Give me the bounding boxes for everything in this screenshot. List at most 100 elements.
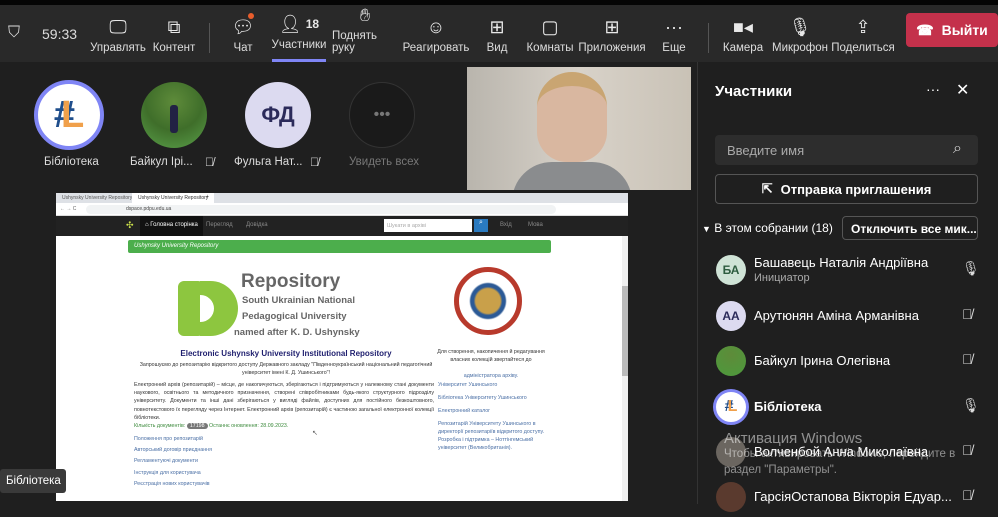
invite-button[interactable]: ⇱ Отправка приглашения bbox=[715, 174, 978, 204]
nav-help[interactable]: Довідка bbox=[246, 222, 268, 228]
camera-icon: ■◂ bbox=[733, 16, 753, 37]
link[interactable]: Регламентуючі документи bbox=[134, 456, 212, 467]
microphone-icon: 🎙︎ bbox=[962, 397, 980, 413]
chat-icon: 💬︎ bbox=[232, 13, 254, 38]
mic-off-icon: 🎙̸ bbox=[962, 487, 973, 503]
more-button[interactable]: ··· Еще bbox=[661, 5, 687, 62]
share-content-icon: ⧉ bbox=[167, 16, 181, 37]
document-count: Кількість документів: 17198 Останнє онов… bbox=[134, 423, 289, 429]
browser-tab[interactable]: Ushynsky University Repository bbox=[62, 195, 132, 201]
participant-row[interactable]: АА Арутюнян Аміна Арманівна 🎙̸ bbox=[713, 296, 993, 336]
participant-row[interactable]: Волченбой Анна Миколаївна 🎙̸ bbox=[713, 432, 993, 472]
library-logo-icon: #L bbox=[53, 93, 85, 136]
url-bar[interactable]: dspace.pdpu.edu.ua bbox=[86, 205, 556, 214]
avatar-initials: ФД bbox=[261, 102, 295, 127]
raise-hand-button[interactable]: ✋︎ Поднять руку bbox=[332, 5, 398, 62]
caret-down-icon: ▼ bbox=[702, 224, 711, 234]
participant-row[interactable]: БА Башавець Наталія Андріївна Инициатор 🎙︎ bbox=[713, 250, 993, 290]
mic-off-icon: 🎙̸ bbox=[962, 351, 973, 367]
repository-links: Положення про репозитарій Авторський дог… bbox=[134, 434, 212, 490]
view-button[interactable]: ⊞ Вид bbox=[484, 5, 510, 62]
tile-name: Фульга Нат... bbox=[234, 156, 303, 168]
nav-arrows-icon[interactable]: ← → C bbox=[60, 206, 76, 212]
browser-tab-active[interactable]: Ushynsky University Repository bbox=[132, 193, 215, 203]
content-button[interactable]: ⧉ Контент bbox=[152, 5, 196, 62]
share-upload-icon: ⇪ bbox=[855, 16, 871, 37]
repository-description: Електронний архів (репозитарій) – місце,… bbox=[134, 382, 434, 421]
avatar bbox=[716, 346, 746, 376]
chat-button[interactable]: 💬︎ Чат bbox=[228, 5, 258, 62]
participant-row[interactable]: ГарсіяОстапова Вікторія Едуар... 🎙̸ bbox=[713, 477, 993, 517]
logo-line: Pedagogical University bbox=[242, 311, 347, 322]
meeting-toolbar: ⛉ 59:33 🖵 Управлять ⧉ Контент 💬︎ Чат 👤︎ 18 Уч… bbox=[0, 5, 998, 62]
meeting-timer: 59:33 bbox=[42, 26, 78, 42]
video-tile[interactable] bbox=[467, 67, 691, 190]
more-options-icon[interactable]: ··· bbox=[926, 81, 940, 97]
participants-button[interactable]: 👤︎ 18 Участники bbox=[272, 5, 326, 62]
camera-button[interactable]: ■◂ Камера bbox=[723, 5, 763, 62]
browser-tabbar: Ushynsky University Repository Ushynsky … bbox=[56, 193, 628, 203]
more-icon: ••• bbox=[373, 106, 391, 123]
section-header[interactable]: ▼ В этом собрании (18) bbox=[702, 221, 833, 235]
plus-icon: ⊞ bbox=[604, 16, 620, 37]
leave-button[interactable]: ☎ Выйти bbox=[906, 13, 998, 47]
sidebar-links: Університет Ушинського Бібліотека Універ… bbox=[438, 382, 548, 453]
smiley-icon: ☺ bbox=[426, 16, 446, 37]
link[interactable]: Бібліотека Університету Ушинського bbox=[438, 395, 548, 403]
mic-off-icon: 🎙̸ bbox=[205, 155, 214, 169]
search-box[interactable]: ⌕ bbox=[715, 135, 978, 165]
share-icon: ⇱ bbox=[761, 181, 773, 196]
tile-avatar-library[interactable]: #L bbox=[34, 80, 104, 150]
mic-off-icon: 🎙̸ bbox=[962, 442, 973, 458]
react-button[interactable]: ☺ Реагировать bbox=[403, 5, 470, 62]
divider bbox=[209, 23, 210, 53]
shared-screen: Ushynsky University Repository Ushynsky … bbox=[56, 193, 628, 501]
apps-button[interactable]: ⊞ Приложения bbox=[578, 5, 645, 62]
microphone-icon: 🎙︎ bbox=[962, 260, 980, 276]
manage-button[interactable]: 🖵 Управлять bbox=[90, 5, 146, 62]
avatar: # L bbox=[713, 389, 749, 425]
search-icon[interactable]: ⌕ bbox=[474, 219, 488, 232]
participant-row[interactable]: # L Бібліотека 🎙︎ bbox=[713, 387, 993, 427]
nav-home[interactable]: ⌂ Головна сторінка bbox=[140, 216, 203, 236]
link[interactable]: Репозитарій Університету Ушинського в ди… bbox=[438, 421, 548, 453]
hand-icon: ✋︎ bbox=[359, 5, 371, 25]
link[interactable]: Положення про репозитарій bbox=[134, 434, 212, 445]
mouse-cursor-icon: ↖ bbox=[312, 430, 318, 437]
link[interactable]: Інструкція для користувача bbox=[134, 468, 212, 479]
tile-avatar-baikul[interactable] bbox=[141, 82, 207, 148]
mic-off-icon: 🎙̸ bbox=[310, 155, 319, 169]
search-input[interactable] bbox=[715, 135, 945, 165]
site-logo-icon: ✣ bbox=[126, 220, 134, 230]
repository-heading: Electronic Ushynsky University Instituti… bbox=[180, 349, 392, 358]
mute-all-button[interactable]: Отключить все мик... bbox=[842, 216, 978, 240]
new-tab-icon[interactable]: + bbox=[206, 194, 209, 200]
welcome-text: Запрошуємо до репозитарію відкритого дос… bbox=[139, 362, 433, 376]
participant-row[interactable]: Байкул Ірина Олегівна 🎙̸ bbox=[713, 341, 993, 381]
see-all-button[interactable]: ••• bbox=[349, 82, 415, 148]
tile-avatar-fulga[interactable]: ФД bbox=[245, 82, 311, 148]
person-photo-icon bbox=[170, 105, 178, 133]
link[interactable]: Реєстрація нових користувачів bbox=[134, 479, 212, 490]
share-button[interactable]: ⇪ Поделиться bbox=[831, 5, 895, 62]
site-search-input[interactable] bbox=[384, 219, 472, 232]
person-icon: 👤︎ 18 bbox=[278, 13, 320, 34]
link[interactable]: Університет Ушинського bbox=[438, 382, 548, 390]
sidebar-text: Для створення, накопичення й редагування… bbox=[437, 349, 545, 363]
count-badge: 17198 bbox=[186, 423, 208, 429]
nav-login[interactable]: Вхід bbox=[500, 222, 512, 228]
link[interactable]: Електронний каталог bbox=[438, 408, 548, 416]
page-scrollbar[interactable] bbox=[622, 236, 628, 501]
logo-line: South Ukrainian National bbox=[242, 295, 355, 306]
link[interactable]: Авторський договір приєднання bbox=[134, 445, 212, 456]
see-all-label: Увидеть всех bbox=[349, 156, 419, 168]
nav-browse[interactable]: Перегляд bbox=[206, 222, 233, 228]
site-banner: Ushynsky University Repository bbox=[128, 240, 551, 253]
mic-button[interactable]: 🎙︎ Микрофон bbox=[772, 5, 828, 62]
rooms-button[interactable]: ▢ Комнаты bbox=[526, 5, 573, 62]
nav-language[interactable]: Мова bbox=[528, 222, 543, 228]
admin-link[interactable]: адміністратора архіву. bbox=[436, 373, 546, 379]
university-seal-icon bbox=[454, 267, 522, 335]
mic-off-icon: 🎙̸ bbox=[962, 306, 973, 322]
close-icon[interactable]: ✕ bbox=[956, 80, 969, 100]
